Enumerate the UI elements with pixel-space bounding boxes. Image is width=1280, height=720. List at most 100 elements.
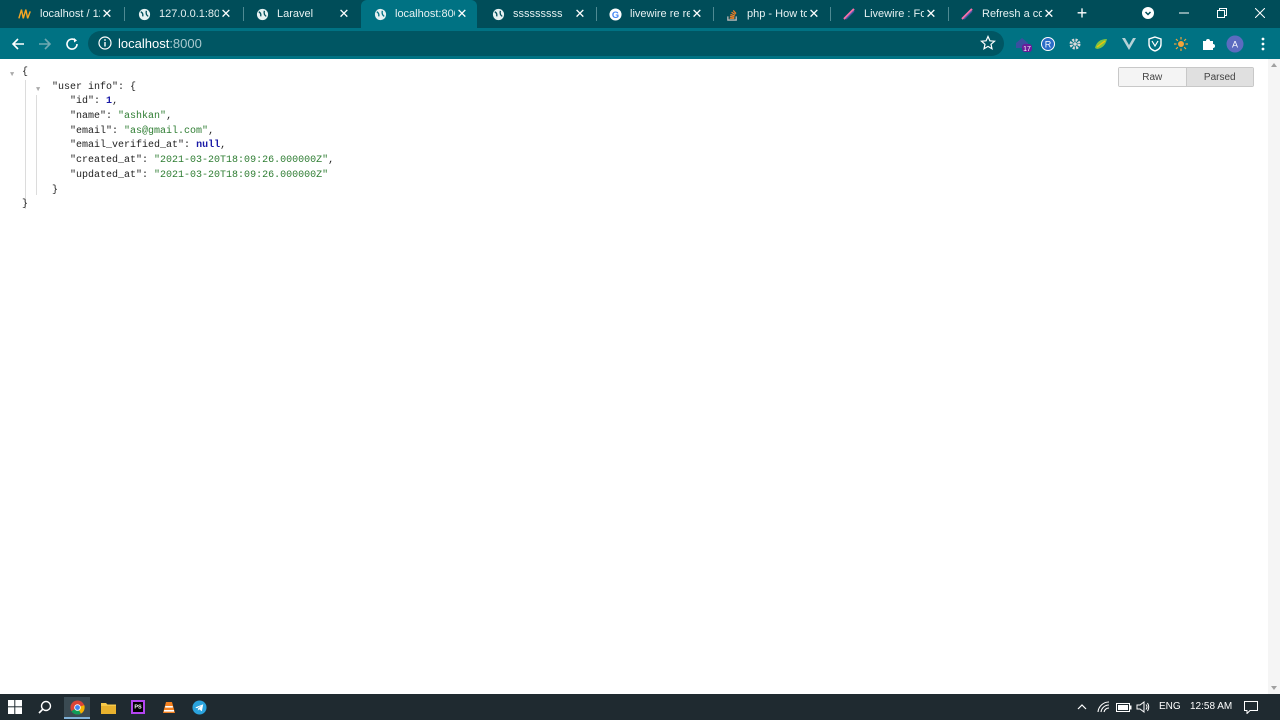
phpmyadmin-icon xyxy=(18,7,32,21)
json-value: "2021-03-20T18:09:26.000000Z" xyxy=(154,169,329,181)
url-text: localhost:8000 xyxy=(118,36,202,51)
tab-sssssssss[interactable]: sssssssss ✕ xyxy=(479,0,595,28)
raw-button[interactable]: Raw xyxy=(1119,68,1187,86)
close-window-button[interactable] xyxy=(1250,4,1270,22)
json-key: "email" xyxy=(70,125,113,137)
tab-title: Laravel xyxy=(277,8,314,20)
tab-title: Refresh a component xyxy=(982,8,1042,20)
address-bar[interactable]: localhost:8000 xyxy=(88,31,1004,56)
extension-sun-icon[interactable] xyxy=(1172,35,1190,53)
vertical-scrollbar[interactable] xyxy=(1268,59,1280,694)
profile-avatar[interactable]: A xyxy=(1226,35,1244,53)
brace: { xyxy=(22,67,29,78)
tab-livewire-force[interactable]: Livewire : Force ✕ xyxy=(830,0,946,28)
close-icon[interactable]: ✕ xyxy=(337,6,351,21)
minimize-button[interactable] xyxy=(1174,4,1194,22)
json-comma: , xyxy=(208,125,215,137)
extension-r-icon[interactable]: R xyxy=(1039,35,1057,53)
livewire-icon xyxy=(842,7,856,21)
json-value: "2021-03-20T18:09:26.000000Z" xyxy=(154,155,329,167)
close-icon[interactable]: ✕ xyxy=(573,6,587,21)
profile-initial: A xyxy=(1232,40,1238,50)
tab-title: php - How to xyxy=(747,8,807,20)
brace: } xyxy=(52,184,59,196)
browser-toolbar: localhost:8000 xyxy=(0,28,1280,59)
close-icon[interactable]: ✕ xyxy=(1042,6,1056,21)
extensions-puzzle-icon[interactable] xyxy=(1199,35,1217,53)
tab-127-0-0-1[interactable]: 127.0.0.1:8000 ✕ xyxy=(125,0,241,28)
info-icon[interactable] xyxy=(98,36,112,50)
wifi-icon[interactable] xyxy=(1095,697,1113,717)
close-icon[interactable]: ✕ xyxy=(807,6,821,21)
vlc-icon[interactable] xyxy=(158,697,180,717)
search-icon[interactable] xyxy=(34,697,56,717)
file-explorer-icon[interactable] xyxy=(97,697,119,717)
scroll-up-arrow-icon[interactable] xyxy=(1271,63,1277,67)
svg-text:G: G xyxy=(611,9,618,19)
livewire-icon xyxy=(960,7,974,21)
tab-localhost-8000[interactable]: localhost:8000 ✕ xyxy=(361,0,477,28)
tab-livewire-search[interactable]: G livewire re render ✕ xyxy=(596,0,712,28)
globe-icon xyxy=(137,7,151,21)
bookmark-star-icon[interactable] xyxy=(980,35,996,51)
parsed-button[interactable]: Parsed xyxy=(1186,68,1253,86)
json-value: "ashkan" xyxy=(118,111,167,123)
json-comma: , xyxy=(220,140,227,152)
json-row: "created_at": "2021-03-20T18:09:26.00000… xyxy=(70,155,335,167)
json-comma: , xyxy=(328,155,335,167)
forward-button[interactable] xyxy=(35,34,55,54)
telegram-icon[interactable] xyxy=(188,697,210,717)
reload-button[interactable] xyxy=(62,34,82,54)
battery-icon[interactable] xyxy=(1115,697,1133,717)
json-key: "id" xyxy=(70,96,95,108)
tab-search-button[interactable] xyxy=(1138,4,1158,22)
json-key: "user info" xyxy=(52,81,119,93)
json-comma: , xyxy=(112,96,119,108)
tray-chevron-up-icon[interactable] xyxy=(1074,697,1090,717)
back-button[interactable] xyxy=(8,34,28,54)
volume-icon[interactable] xyxy=(1134,697,1152,717)
close-icon[interactable]: ✕ xyxy=(690,6,704,21)
extension-leaf-icon[interactable] xyxy=(1092,35,1110,53)
new-tab-button[interactable]: + xyxy=(1074,4,1090,22)
tab-refresh-component[interactable]: Refresh a component ✕ xyxy=(948,0,1064,28)
json-value: "as@gmail.com" xyxy=(124,125,209,137)
extension-badge: 17 xyxy=(1023,46,1031,53)
close-icon[interactable]: ✕ xyxy=(924,6,938,21)
json-comma: , xyxy=(166,111,173,123)
scroll-down-arrow-icon[interactable] xyxy=(1271,686,1277,690)
phpstorm-icon[interactable]: PS xyxy=(127,697,149,717)
tab-php-how-to[interactable]: php - How to ✕ xyxy=(713,0,829,28)
close-icon[interactable]: ✕ xyxy=(219,6,233,21)
notifications-icon[interactable] xyxy=(1242,697,1260,717)
close-icon[interactable]: ✕ xyxy=(100,6,114,21)
stackoverflow-icon xyxy=(725,7,739,21)
menu-dots-icon[interactable] xyxy=(1254,35,1272,53)
extension-gear-icon[interactable] xyxy=(1066,35,1084,53)
json-row: "updated_at": "2021-03-20T18:09:26.00000… xyxy=(70,169,329,181)
tab-title: localhost / 127.0.0.1 / phpMyAdmin xyxy=(40,8,100,20)
json-user-info-open: ▼ "user info": { xyxy=(10,81,334,96)
json-user-info-close: } xyxy=(10,184,334,199)
tab-phpmyadmin[interactable]: localhost / 127.0.0.1 / phpMyAdmin ✕ xyxy=(6,0,122,28)
restore-button[interactable] xyxy=(1212,4,1232,22)
tab-laravel[interactable]: Laravel ✕ xyxy=(243,0,359,28)
json-root-open: ▼ { xyxy=(10,66,334,81)
language-indicator[interactable]: ENG xyxy=(1159,701,1181,712)
extension-shield-icon[interactable] xyxy=(1146,35,1164,53)
json-row: "id": 1, xyxy=(70,96,119,108)
json-row: "email_verified_at": null, xyxy=(70,140,227,152)
json-key: "updated_at" xyxy=(70,169,143,181)
globe-icon xyxy=(255,7,269,21)
json-value: null xyxy=(196,140,221,152)
close-icon[interactable]: ✕ xyxy=(455,6,469,21)
google-icon: G xyxy=(608,7,622,21)
windows-start-icon[interactable] xyxy=(4,697,26,717)
tab-title: Livewire : Force xyxy=(864,8,924,20)
chrome-taskbar-icon[interactable] xyxy=(64,697,90,719)
extension-vue-icon[interactable] xyxy=(1120,35,1138,53)
clock[interactable]: 12:58 AM xyxy=(1190,701,1232,712)
json-viewer: ▼ { ▼ "user info": { "id": 1, "name": "a… xyxy=(10,66,334,213)
extension-house-icon[interactable]: 17 xyxy=(1014,35,1032,53)
svg-text:R: R xyxy=(1045,40,1052,50)
